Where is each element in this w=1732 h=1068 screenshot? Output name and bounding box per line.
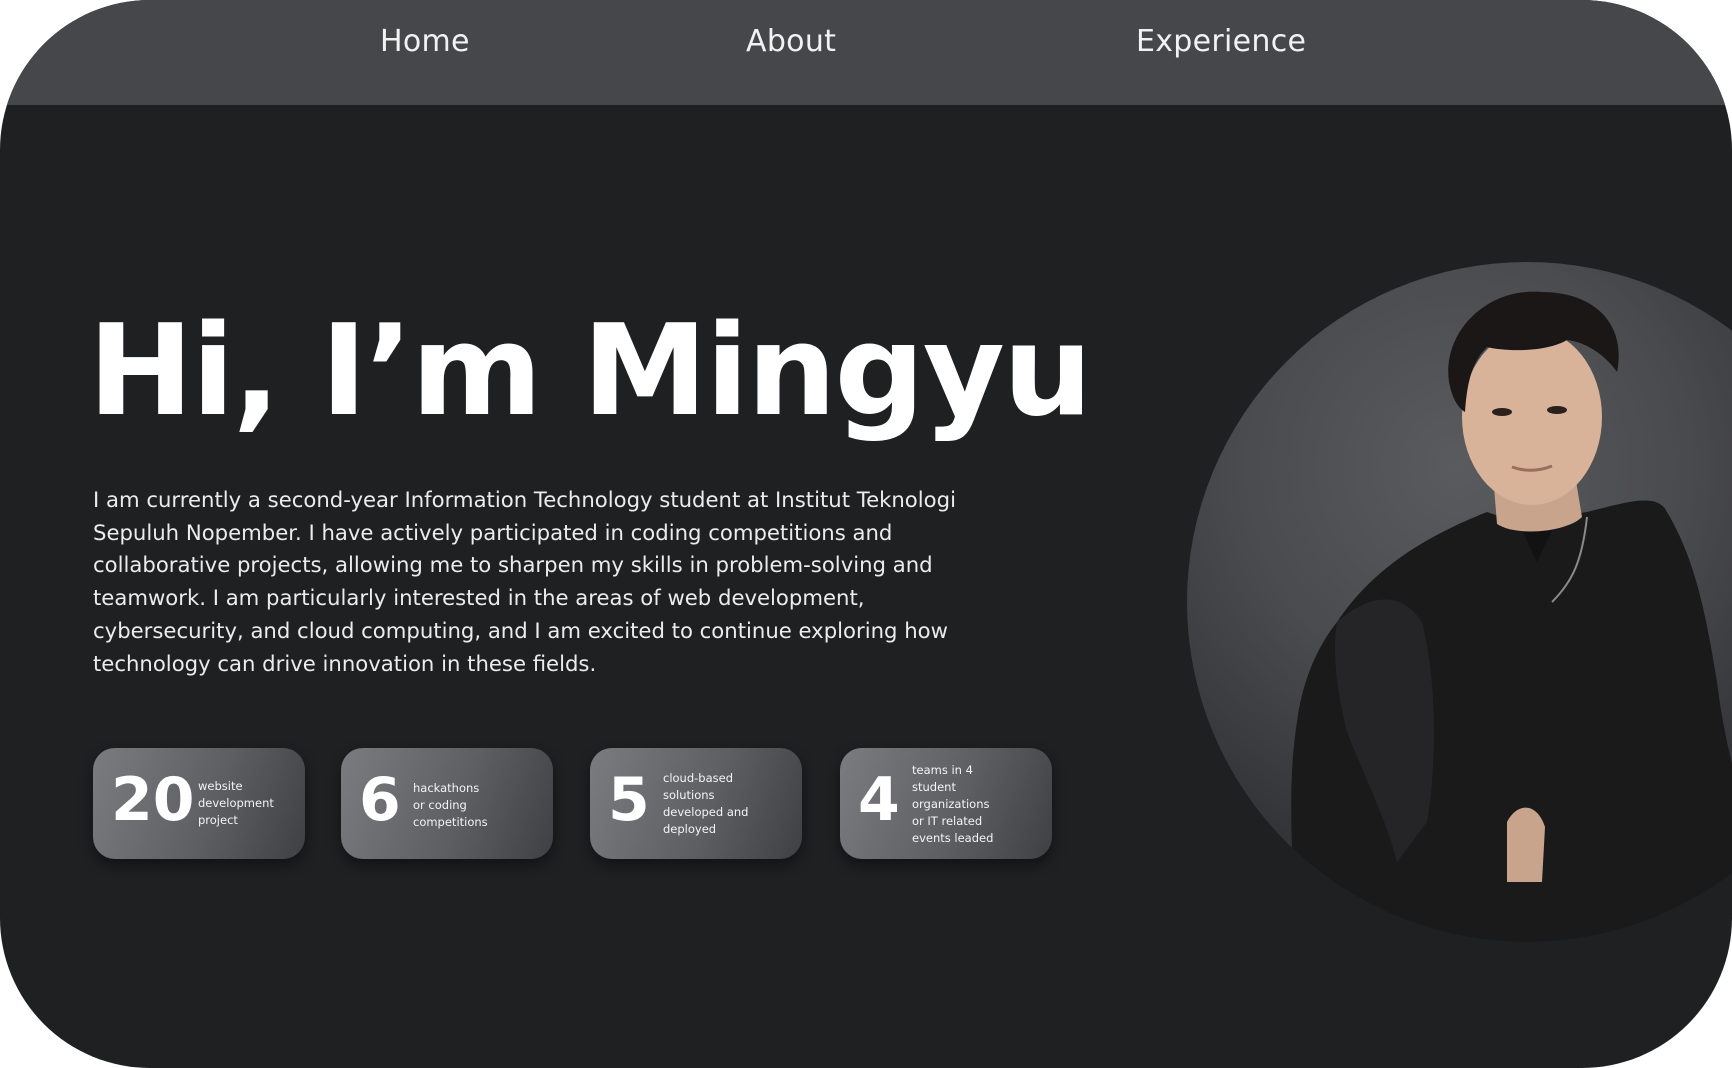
- hero-description: I am currently a second-year Information…: [93, 487, 956, 676]
- stat-number: 5: [608, 765, 650, 835]
- profile-photo: [1187, 262, 1732, 942]
- stat-number: 4: [858, 765, 900, 835]
- stat-label: website development project: [198, 779, 274, 827]
- hero-title: Hi, I’m Mingyu: [88, 297, 1093, 444]
- nav-about-link[interactable]: About: [746, 24, 836, 59]
- top-navbar: Home About Experience: [0, 0, 1732, 105]
- stat-label: teams in 4 student organizations or IT r…: [912, 763, 994, 845]
- nav-home-link[interactable]: Home: [380, 24, 470, 59]
- nav-experience-link[interactable]: Experience: [1136, 24, 1306, 59]
- stat-number: 6: [359, 765, 401, 835]
- stat-card-cloud-solutions: 5 cloud-based solutions developed and de…: [590, 748, 802, 859]
- stat-card-hackathons: 6 hackathons or coding competitions: [341, 748, 553, 859]
- stat-label: cloud-based solutions developed and depl…: [663, 771, 749, 836]
- stat-label: hackathons or coding competitions: [413, 781, 488, 829]
- stat-number: 20: [111, 765, 195, 835]
- portrait-photo-icon: [1291, 291, 1732, 942]
- stat-card-projects: 20 website development project: [93, 748, 305, 859]
- page-frame: Home About Experience Hi, I’m Mingyu I a…: [0, 0, 1732, 1068]
- stat-card-teams-led: 4 teams in 4 student organizations or IT…: [840, 748, 1052, 859]
